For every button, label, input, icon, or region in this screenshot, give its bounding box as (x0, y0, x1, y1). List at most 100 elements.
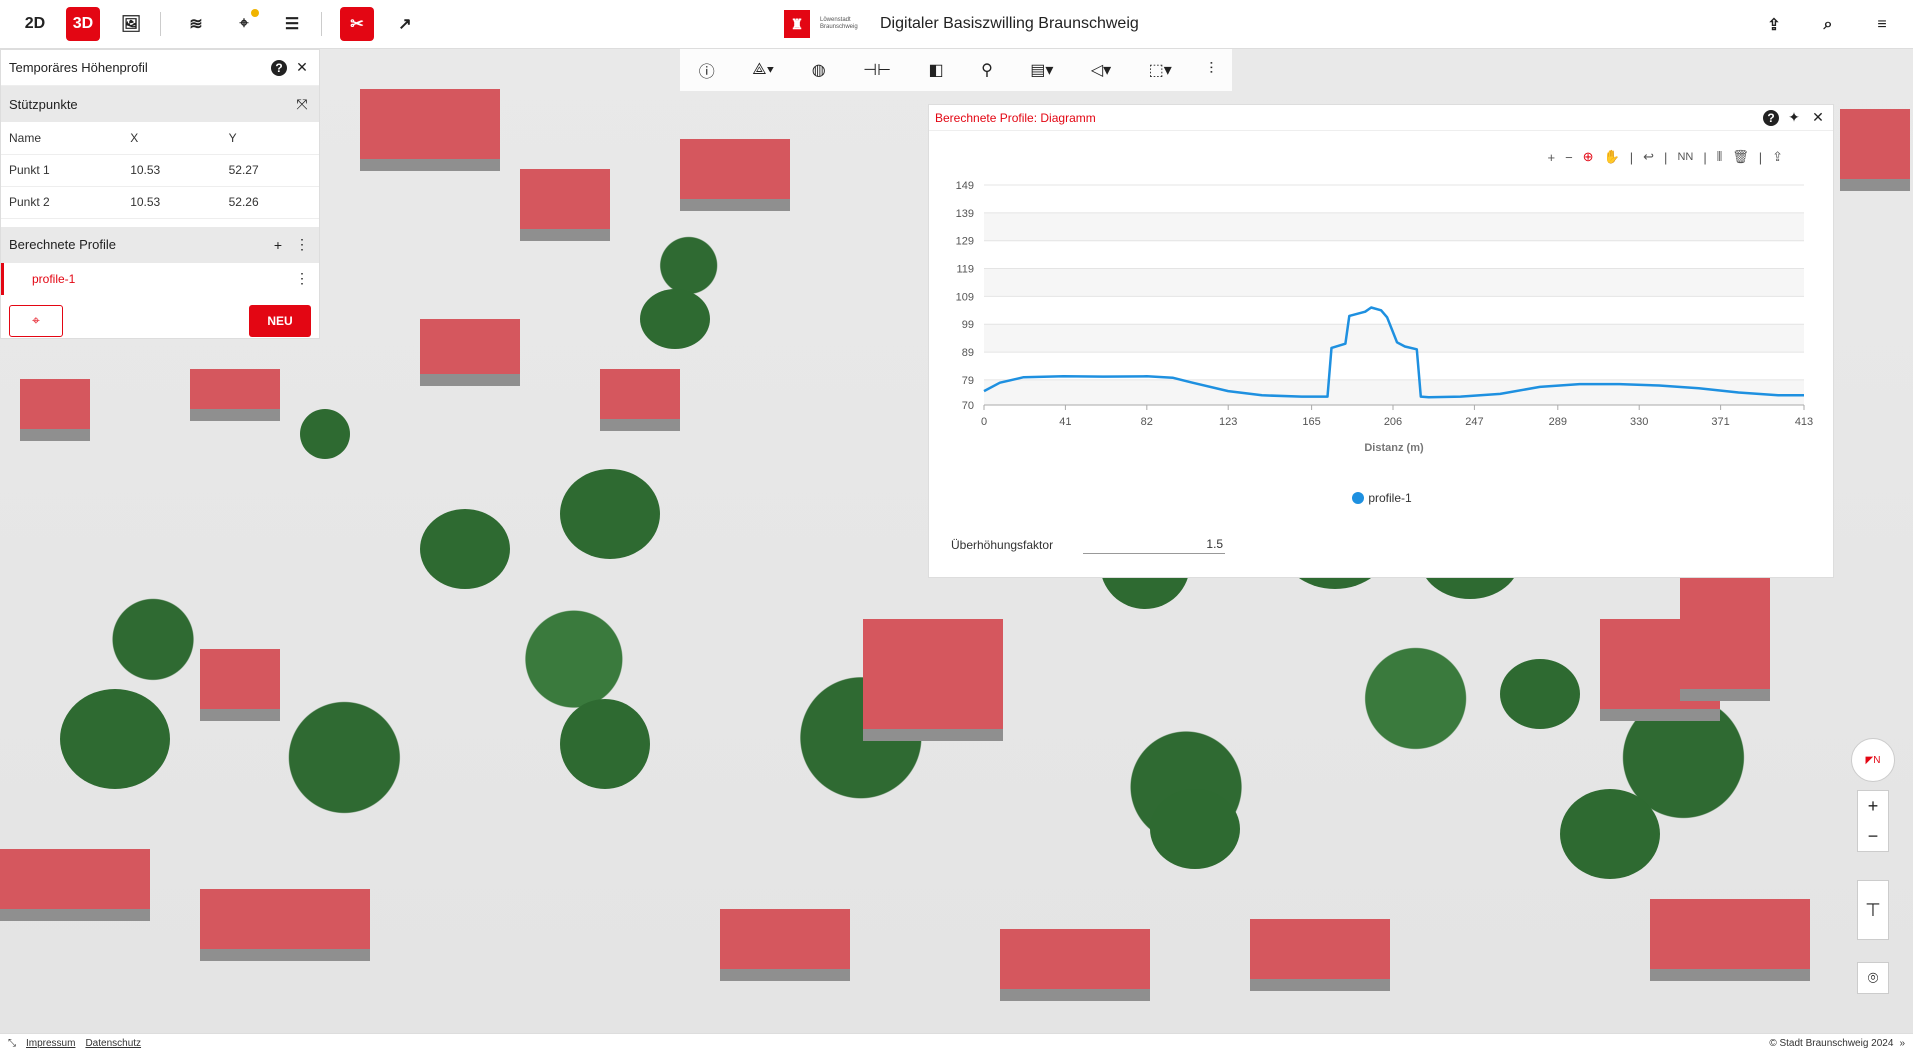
column-header: Name (1, 122, 123, 155)
chevron-right-icon[interactable]: » (1899, 1038, 1905, 1049)
impressum-link[interactable]: Impressum (26, 1038, 75, 1049)
more-vertical-icon[interactable]: ⋮ (293, 236, 311, 254)
x-tick-label: 82 (1141, 416, 1153, 428)
y-tick-label: 139 (956, 208, 974, 220)
help-icon[interactable]: ? (1763, 109, 1779, 126)
compass-icon[interactable]: ◤N (1851, 738, 1895, 782)
layers-icon[interactable]: ≋ (179, 7, 213, 41)
search-icon[interactable]: ⌕ (1811, 8, 1845, 42)
viewshed-icon[interactable]: ◁▾ (1091, 60, 1111, 80)
building (420, 319, 520, 374)
x-tick-label: 206 (1384, 416, 1402, 428)
map-tools-icon[interactable]: ⌖ (227, 7, 261, 41)
close-icon[interactable]: ✕ (1809, 109, 1827, 127)
clipping-icon[interactable]: ⬚▾ (1149, 60, 1172, 80)
more-vertical-icon[interactable]: ⋮ (293, 270, 311, 288)
zoom-select-icon[interactable]: ⊕ (1583, 149, 1594, 165)
top-bar: 2D 3D 🖼 ≋ ⌖ ☰ ✂ ↗ ♜ Löwenstadt Braunschw… (0, 0, 1913, 49)
x-axis-label: Distanz (m) (1364, 442, 1424, 454)
info-icon[interactable]: ⓘ (699, 58, 715, 82)
tree (1560, 789, 1660, 879)
delete-icon[interactable]: 🗑 (1732, 149, 1749, 165)
close-icon[interactable]: ✕ (293, 59, 311, 77)
panel-header: Berechnete Profile: Diagramm ? ✦ ✕ (929, 105, 1833, 131)
building (1650, 899, 1810, 969)
y-tick-label: 79 (962, 375, 974, 387)
columns-icon[interactable]: ⫴ (1717, 149, 1722, 165)
section-header-profiles: Berechnete Profile + ⋮ (1, 226, 319, 263)
zoom-out-icon[interactable]: − (1868, 821, 1879, 851)
locate-icon: ⌾ (1867, 967, 1879, 988)
image-icon[interactable]: 🖼 (114, 7, 148, 41)
divider (160, 12, 161, 36)
divider: | (1664, 149, 1668, 165)
y-tick-label: 99 (962, 319, 974, 331)
table-row[interactable]: Punkt 2 10.53 52.26 (1, 186, 319, 219)
reset-icon[interactable]: ↩ (1643, 149, 1654, 165)
legend-label: profile-1 (1368, 491, 1412, 505)
list-item-profile[interactable]: profile-1 ⋮ (1, 262, 319, 295)
y-tick-label: 129 (956, 236, 974, 248)
table-header: Name X Y (1, 122, 319, 155)
cell-y: 52.27 (220, 154, 319, 187)
transparent-terrain-icon[interactable]: ⚲ (981, 60, 993, 80)
profile-chart[interactable]: 70 79 89 99 109 119 129 139 149 0 41 82 123 165 206 247… (929, 165, 1835, 525)
topbar-right: ⇪ ⌕ ≡ (1753, 8, 1903, 42)
pan-icon[interactable]: ✋ (1604, 149, 1620, 165)
pin-icon[interactable]: ✦ (1785, 109, 1803, 127)
cell-x: 10.53 (122, 154, 221, 187)
add-icon[interactable]: + (269, 236, 287, 254)
shading-icon[interactable]: ◍ (812, 60, 826, 80)
panel-title: Temporäres Höhenprofil (9, 60, 148, 75)
divider: | (1703, 149, 1707, 165)
zoom-in-icon[interactable]: + (1547, 150, 1555, 165)
grid-band (984, 324, 1804, 353)
edit-points-icon[interactable]: ⤧ (293, 95, 311, 113)
x-tick-label: 123 (1219, 416, 1237, 428)
external-link-icon[interactable]: ↗ (388, 7, 422, 41)
height-profile-icon[interactable]: ⫶ (1209, 61, 1213, 79)
new-button[interactable]: NEU (249, 304, 311, 337)
cell-x: 10.53 (122, 186, 221, 219)
copyright: © Stadt Braunschweig 2024 (1769, 1037, 1894, 1049)
locate-control[interactable]: ⌾ (1857, 962, 1889, 994)
view-2d-button[interactable]: 2D (18, 7, 52, 41)
zoom-in-icon[interactable]: + (1868, 791, 1879, 821)
building (680, 139, 790, 199)
tree (640, 289, 710, 349)
page-title: Digitaler Basiszwilling Braunschweig (880, 15, 1139, 32)
measure-icon[interactable]: ⊣⊢ (863, 60, 891, 80)
export-icon[interactable]: ⇪ (1772, 149, 1783, 165)
draw-profile-button[interactable]: ⌖ (9, 304, 63, 337)
table-row[interactable]: Punkt 1 10.53 52.27 (1, 154, 319, 187)
menu-icon[interactable]: ≡ (1865, 8, 1899, 42)
layer-2d-icon[interactable]: ▤▾ (1030, 60, 1053, 80)
legend-list-icon[interactable]: ☰ (275, 7, 309, 41)
building (190, 369, 280, 409)
panel-title: Berechnete Profile: Diagramm (935, 110, 1096, 125)
chart-legend[interactable]: profile-1 (929, 491, 1835, 505)
building (1000, 929, 1150, 989)
draw-points-icon[interactable]: ⟁▾ (752, 61, 774, 79)
view-3d-button[interactable]: 3D (66, 7, 100, 41)
section-title: Berechnete Profile (9, 237, 116, 252)
zoom-out-icon[interactable]: − (1565, 150, 1573, 165)
tools-icon[interactable]: ✂ (340, 7, 374, 41)
tree (560, 699, 650, 789)
building (520, 169, 610, 229)
y-tick-label: 119 (956, 264, 974, 276)
split-view-icon[interactable]: ◧ (928, 60, 943, 80)
factor-input[interactable]: 1.5 (1083, 535, 1226, 554)
help-icon[interactable]: ? (271, 59, 287, 76)
building (863, 619, 1003, 729)
points-table: Name X Y Punkt 1 10.53 52.27 Punkt 2 10.… (1, 122, 319, 219)
datenschutz-link[interactable]: Datenschutz (85, 1038, 141, 1049)
footer: ⤡ Impressum Datenschutz © Stadt Braunsch… (0, 1033, 1913, 1052)
zoom-controls: + − (1857, 790, 1889, 852)
x-tick-label: 247 (1465, 416, 1483, 428)
nn-toggle[interactable]: NN (1677, 151, 1693, 163)
tilt-control[interactable]: ⊤ (1857, 880, 1889, 940)
share-icon[interactable]: ⇪ (1757, 8, 1791, 42)
building (0, 849, 150, 909)
cell-name: Punkt 2 (1, 186, 123, 219)
